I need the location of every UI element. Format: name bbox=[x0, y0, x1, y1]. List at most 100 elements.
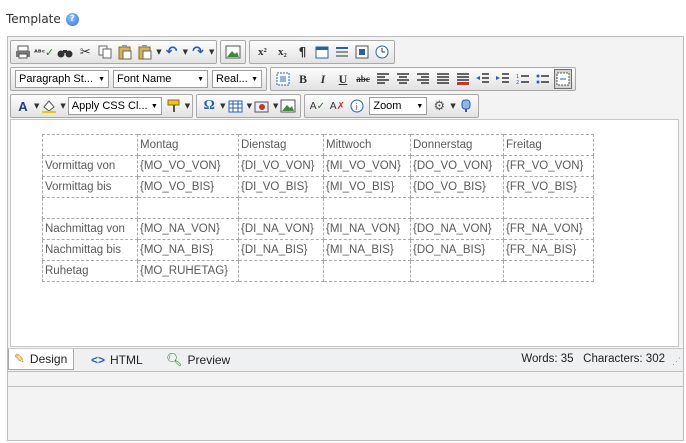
table-cell[interactable]: {MO_RUHETAG} bbox=[137, 260, 239, 282]
superscript-button[interactable]: x² bbox=[253, 42, 271, 62]
table-cell[interactable] bbox=[503, 197, 594, 219]
outdent-icon[interactable] bbox=[474, 69, 492, 89]
font-name-select[interactable]: Font Name ▼ bbox=[113, 70, 208, 88]
paste-icon[interactable] bbox=[116, 42, 134, 62]
table-cell[interactable] bbox=[42, 197, 138, 219]
align-left-icon[interactable] bbox=[374, 69, 392, 89]
table-cell[interactable]: Montag bbox=[137, 134, 239, 156]
table-cell[interactable]: Nachmittag von bbox=[42, 218, 138, 240]
table-cell[interactable]: Freitag bbox=[503, 134, 594, 156]
table-cell[interactable] bbox=[323, 197, 411, 219]
indent-icon[interactable] bbox=[494, 69, 512, 89]
table-cell[interactable]: {FR_VO_VON} bbox=[503, 155, 594, 177]
table-cell[interactable] bbox=[137, 197, 239, 219]
align-justify-icon[interactable] bbox=[434, 69, 452, 89]
font-color-button[interactable]: A bbox=[14, 96, 32, 116]
background-color-icon[interactable] bbox=[454, 69, 472, 89]
chevron-down-icon[interactable]: ▼ bbox=[273, 102, 278, 110]
numbered-list-icon[interactable]: 12 bbox=[514, 69, 532, 89]
chevron-down-icon[interactable]: ▼ bbox=[247, 102, 252, 110]
table-cell[interactable]: {DI_VO_BIS} bbox=[238, 176, 324, 198]
resize-grip-icon[interactable]: ⋰ bbox=[672, 356, 681, 367]
module-manager-icon[interactable]: ⚙ bbox=[430, 96, 448, 116]
table-cell[interactable]: Nachmittag bis bbox=[42, 239, 138, 261]
table-cell[interactable]: {FR_NA_VON} bbox=[503, 218, 594, 240]
table-cell[interactable] bbox=[238, 260, 324, 282]
font-size-select[interactable]: Real... ▼ bbox=[212, 70, 262, 88]
highlight-color-icon[interactable] bbox=[40, 96, 58, 116]
table-cell[interactable] bbox=[42, 134, 138, 156]
image-icon[interactable] bbox=[224, 42, 242, 62]
redo-icon[interactable]: ↷ bbox=[189, 42, 207, 62]
table-cell[interactable]: {DO_VO_BIS} bbox=[410, 176, 504, 198]
chevron-down-icon[interactable]: ▼ bbox=[209, 48, 214, 56]
strikethrough-button[interactable]: abc bbox=[354, 69, 372, 89]
table-cell[interactable]: Mittwoch bbox=[323, 134, 411, 156]
table-cell[interactable]: {DI_VO_VON} bbox=[238, 155, 324, 177]
paste-special-icon[interactable] bbox=[136, 42, 154, 62]
align-center-icon[interactable] bbox=[394, 69, 412, 89]
special-characters-button[interactable]: Ω bbox=[200, 96, 218, 116]
copy-icon[interactable] bbox=[96, 42, 114, 62]
table-cell[interactable]: {DO_NA_VON} bbox=[410, 218, 504, 240]
table-cell[interactable]: Vormittag bis bbox=[42, 176, 138, 198]
clear-formatting-icon[interactable]: A ✗ bbox=[328, 96, 346, 116]
select-all-icon[interactable] bbox=[274, 69, 292, 89]
preview-mode-tab[interactable]: 🔍︎ Preview bbox=[161, 349, 235, 370]
underline-button[interactable]: U bbox=[334, 69, 352, 89]
help-icon[interactable]: ? bbox=[65, 12, 79, 26]
table-cell[interactable]: {DO_NA_BIS} bbox=[410, 239, 504, 261]
design-mode-tab[interactable]: ✎ Design bbox=[8, 349, 74, 370]
zoom-select[interactable]: Zoom ▼ bbox=[369, 97, 428, 115]
chevron-down-icon[interactable]: ▼ bbox=[220, 102, 225, 110]
table-cell[interactable]: {DI_NA_VON} bbox=[238, 218, 324, 240]
table-cell[interactable]: {MI_NA_BIS} bbox=[323, 239, 411, 261]
table-cell[interactable]: {MO_VO_BIS} bbox=[137, 176, 239, 198]
bold-button[interactable]: B bbox=[294, 69, 312, 89]
table-cell[interactable] bbox=[503, 260, 594, 282]
table-cell[interactable] bbox=[410, 260, 504, 282]
form-element-icon[interactable] bbox=[353, 42, 371, 62]
chevron-down-icon[interactable]: ▼ bbox=[185, 102, 190, 110]
spell-check-icon[interactable]: A ✓ bbox=[308, 96, 326, 116]
table-cell[interactable]: {MI_VO_BIS} bbox=[323, 176, 411, 198]
about-icon[interactable]: i bbox=[348, 96, 366, 116]
table-cell[interactable]: {MI_NA_VON} bbox=[323, 218, 411, 240]
subscript-button[interactable]: x₂ bbox=[273, 42, 291, 62]
editor-content-area[interactable]: Montag Dienstag Mittwoch Donnerstag Freitag V… bbox=[10, 119, 679, 347]
schedule-table[interactable]: Montag Dienstag Mittwoch Donnerstag Freitag V… bbox=[42, 134, 594, 282]
paragraph-style-select[interactable]: Paragraph St... ▼ bbox=[15, 70, 109, 88]
insert-table-icon[interactable] bbox=[227, 96, 245, 116]
spellcheck-icon[interactable]: ᴬᴮᶜ ✓ bbox=[34, 42, 54, 62]
html-mode-tab[interactable]: <> HTML bbox=[86, 349, 148, 370]
chevron-down-icon[interactable]: ▼ bbox=[450, 102, 455, 110]
table-cell[interactable]: {FR_NA_BIS} bbox=[503, 239, 594, 261]
bullet-list-icon[interactable] bbox=[534, 69, 552, 89]
chevron-down-icon[interactable]: ▼ bbox=[183, 48, 188, 56]
toggle-borders-icon[interactable] bbox=[554, 69, 572, 89]
table-cell[interactable]: Ruhetag bbox=[42, 260, 138, 282]
insert-link-icon[interactable] bbox=[253, 96, 271, 116]
paragraph-mark-icon[interactable]: ¶ bbox=[293, 42, 311, 62]
table-cell[interactable] bbox=[410, 197, 504, 219]
undo-icon[interactable]: ↶ bbox=[163, 42, 181, 62]
table-cell[interactable]: {MO_VO_VON} bbox=[137, 155, 239, 177]
image-manager-icon[interactable] bbox=[279, 96, 297, 116]
table-cell[interactable]: {MO_NA_BIS} bbox=[137, 239, 239, 261]
align-right-icon[interactable] bbox=[414, 69, 432, 89]
insert-time-icon[interactable] bbox=[373, 42, 391, 62]
table-cell[interactable]: {MO_NA_VON} bbox=[137, 218, 239, 240]
table-cell[interactable]: {FR_VO_BIS} bbox=[503, 176, 594, 198]
print-icon[interactable] bbox=[14, 42, 32, 62]
table-cell[interactable]: {DO_VO_VON} bbox=[410, 155, 504, 177]
horizontal-rule-icon[interactable] bbox=[333, 42, 351, 62]
table-cell[interactable]: Vormittag von bbox=[42, 155, 138, 177]
toggle-fullscreen-icon[interactable] bbox=[457, 96, 475, 116]
apply-css-class-select[interactable]: Apply CSS Cl... ▼ bbox=[67, 97, 162, 115]
chevron-down-icon[interactable]: ▼ bbox=[156, 48, 161, 56]
table-cell[interactable]: Donnerstag bbox=[410, 134, 504, 156]
insert-date-icon[interactable] bbox=[313, 42, 331, 62]
format-painter-icon[interactable] bbox=[165, 96, 183, 116]
table-cell[interactable] bbox=[323, 260, 411, 282]
chevron-down-icon[interactable]: ▼ bbox=[60, 102, 65, 110]
